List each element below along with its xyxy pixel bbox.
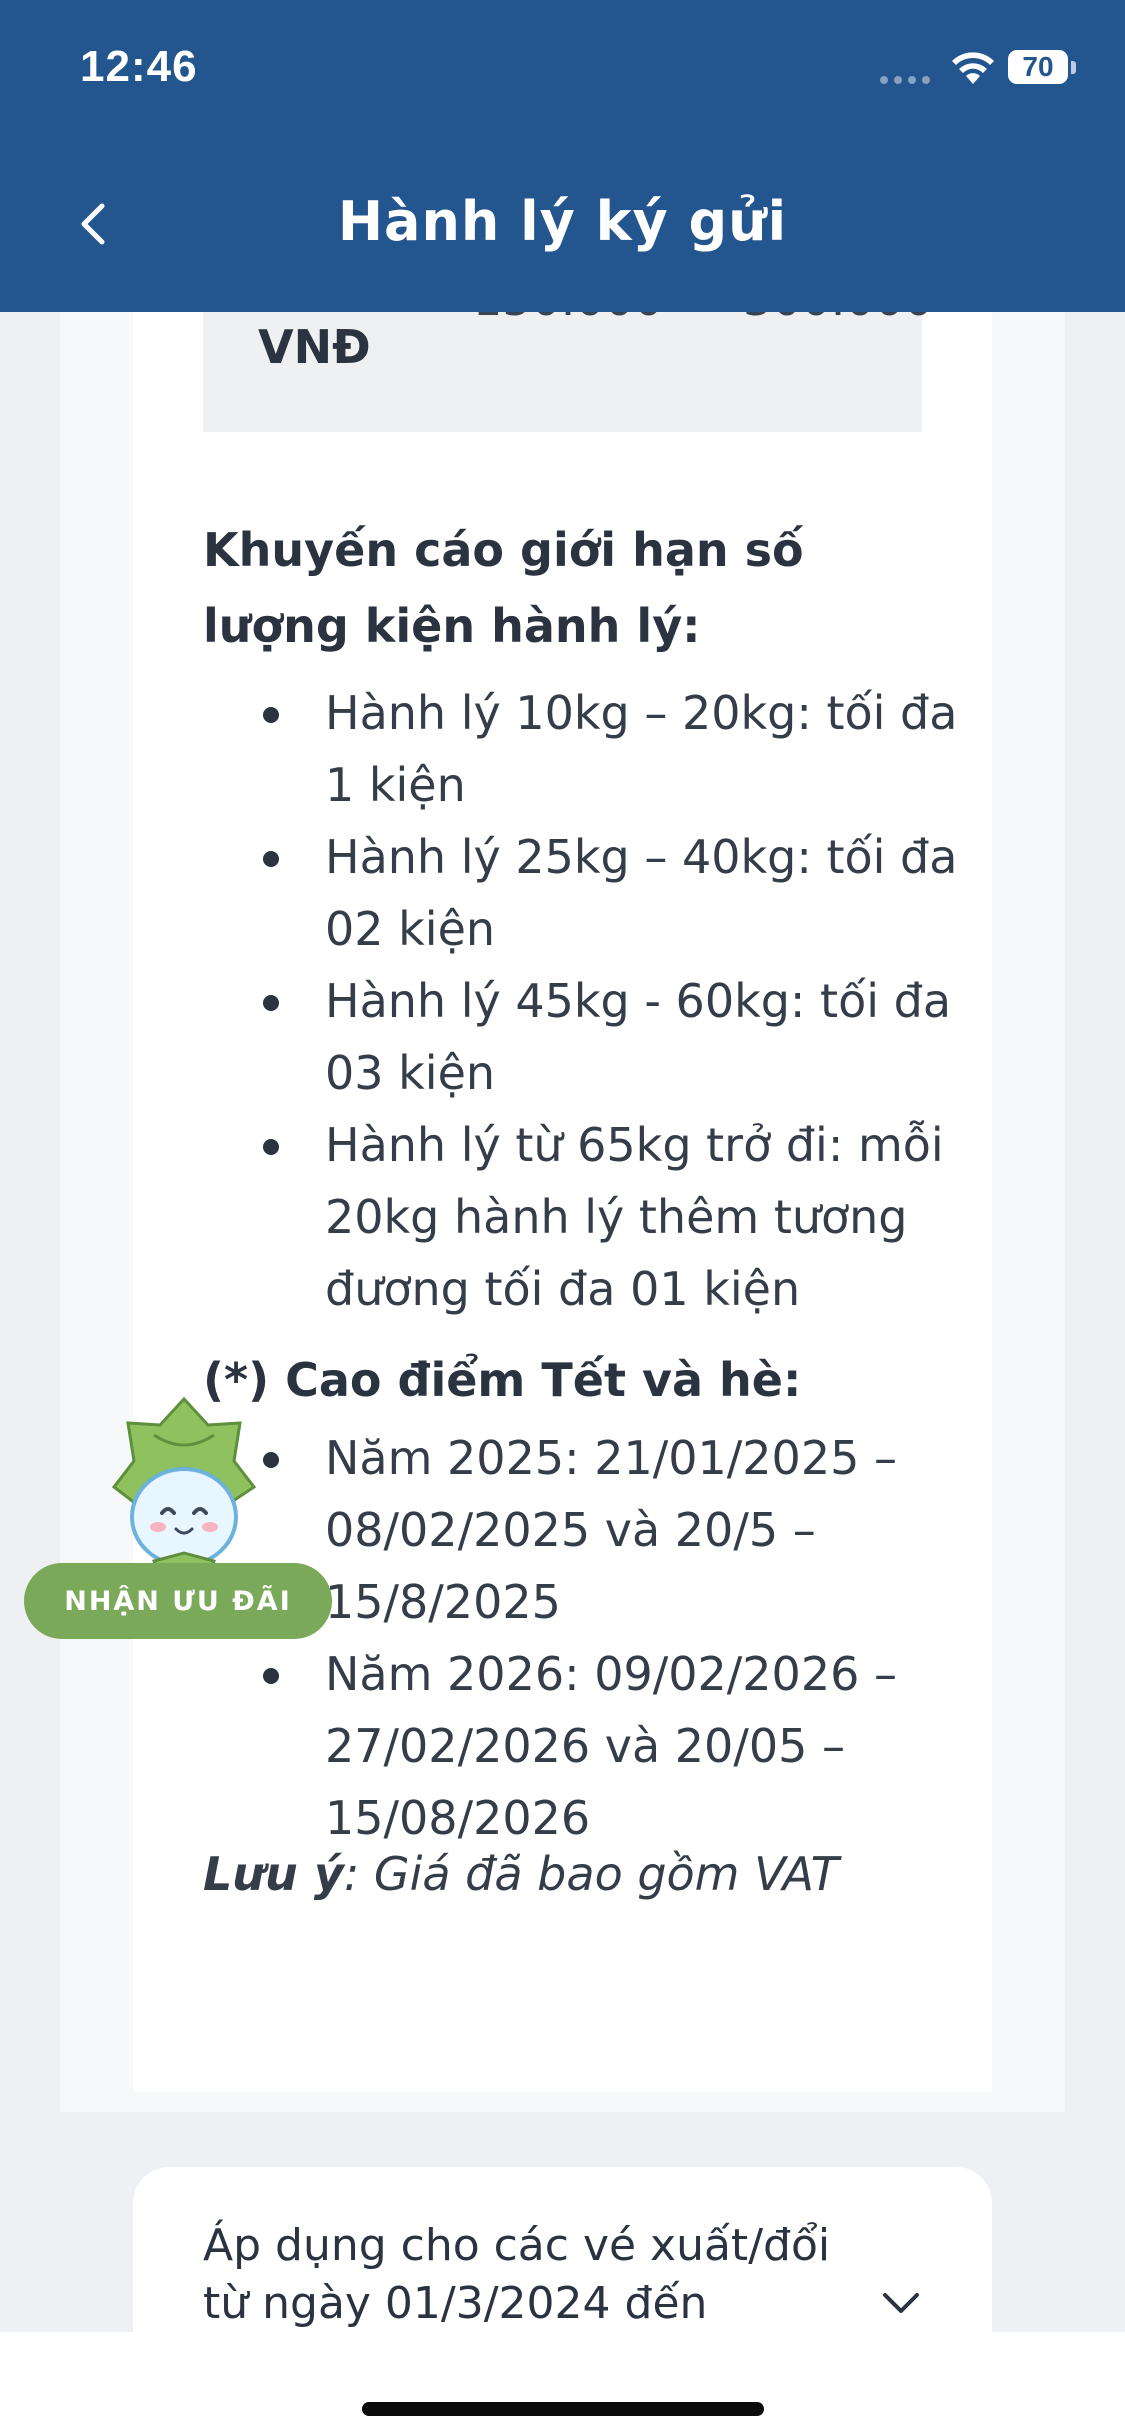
- home-indicator-area: [0, 2332, 1125, 2436]
- content-scroll[interactable]: VNĐ 150.000 300.000 Khuyến cáo giới hạn …: [0, 312, 1125, 2332]
- promo-badge[interactable]: NHẬN ƯU ĐÃI: [24, 1395, 344, 1655]
- list-item-text: Hành lý 45kg - 60kg: tối đa 03 kiện: [325, 974, 952, 1100]
- price-table-row: VNĐ 150.000 300.000: [203, 312, 933, 432]
- promo-button[interactable]: NHẬN ƯU ĐÃI: [24, 1563, 332, 1639]
- home-indicator[interactable]: [362, 2402, 764, 2416]
- cellular-signal-icon: [880, 76, 930, 84]
- limits-heading: Khuyến cáo giới hạn số lượng kiện hành l…: [203, 523, 804, 653]
- chevron-down-icon[interactable]: [881, 2289, 921, 2317]
- battery-icon: 70: [1008, 50, 1076, 86]
- list-item-text: Hành lý 10kg – 20kg: tối đa 1 kiện: [325, 686, 958, 812]
- accordion-apply-dates[interactable]: Áp dụng cho các vé xuất/đổi từ ngày 01/3…: [133, 2167, 992, 2332]
- battery-level: 70: [1008, 50, 1068, 84]
- list-item: Hành lý từ 65kg trở đi: mỗi 20kg hành lý…: [203, 1109, 963, 1325]
- list-item-text: Năm 2026: 09/02/2026 – 27/02/2026 và 20/…: [325, 1647, 897, 1845]
- price-value-2: 300.000: [743, 312, 933, 326]
- mascot-icon: [111, 1396, 257, 1579]
- list-item: Năm 2026: 09/02/2026 – 27/02/2026 và 20/…: [203, 1638, 963, 1854]
- price-unit: VNĐ: [258, 320, 371, 374]
- list-item-text: Năm 2025: 21/01/2025 – 08/02/2025 và 20/…: [325, 1431, 897, 1629]
- price-value-1: 150.000: [473, 312, 663, 326]
- list-item-text: Hành lý 25kg – 40kg: tối đa 02 kiện: [325, 830, 958, 956]
- wifi-icon: [952, 52, 994, 84]
- note-text: : Giá đã bao gồm VAT: [343, 1847, 839, 1901]
- vat-note: Lưu ý: Giá đã bao gồm VAT: [203, 1847, 839, 1901]
- list-item: Hành lý 25kg – 40kg: tối đa 02 kiện: [203, 821, 963, 965]
- baggage-card: VNĐ 150.000 300.000 Khuyến cáo giới hạn …: [133, 312, 992, 2092]
- list-item-text: Hành lý từ 65kg trở đi: mỗi 20kg hành lý…: [325, 1118, 944, 1316]
- page-title: Hành lý ký gửi: [337, 190, 788, 253]
- list-item: Hành lý 10kg – 20kg: tối đa 1 kiện: [203, 677, 963, 821]
- list-item: Hành lý 45kg - 60kg: tối đa 03 kiện: [203, 965, 963, 1109]
- accordion-title: Áp dụng cho các vé xuất/đổi từ ngày 01/3…: [203, 2220, 831, 2329]
- status-time: 12:46: [80, 42, 198, 91]
- nav-bar: Hành lý ký gửi: [0, 140, 1125, 312]
- limits-list: Hành lý 10kg – 20kg: tối đa 1 kiện Hành …: [203, 677, 963, 1325]
- status-bar: 12:46 70: [0, 0, 1125, 140]
- note-label: Lưu ý: [203, 1847, 344, 1901]
